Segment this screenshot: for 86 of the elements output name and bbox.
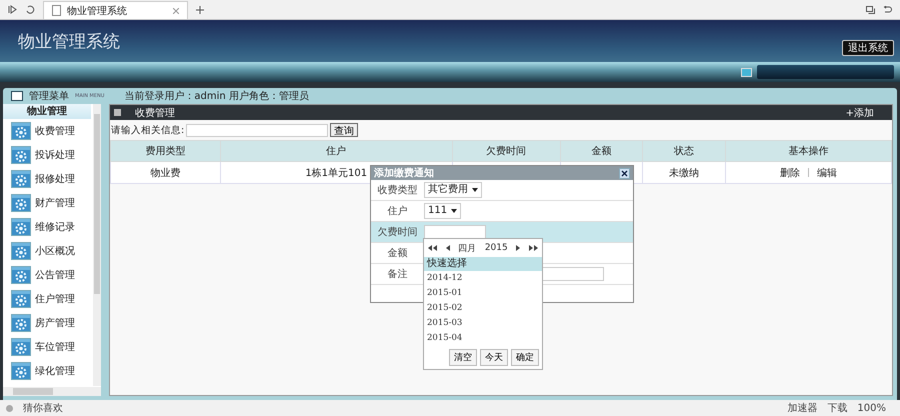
date-option[interactable]: 2014-12: [424, 271, 542, 286]
sidebar-item-label[interactable]: 财产管理: [35, 196, 75, 210]
table-cell: 物业费: [110, 162, 220, 184]
sidebar-item-label[interactable]: 房产管理: [35, 316, 75, 330]
menu-label: 管理菜单: [29, 90, 69, 103]
gear-icon: [11, 338, 31, 356]
column-header: 状态: [642, 140, 725, 162]
column-header: 基本操作: [725, 140, 892, 162]
sidebar-item-label[interactable]: 车位管理: [35, 340, 75, 354]
column-header: 住户: [220, 140, 452, 162]
window-icon[interactable]: [866, 6, 875, 14]
field-label: 欠费时间: [376, 226, 418, 239]
monitor-icon: [741, 68, 752, 76]
status-item[interactable]: 下载: [827, 401, 848, 415]
gear-icon: [11, 362, 31, 380]
previous-month-icon[interactable]: [446, 245, 450, 251]
sidebar-item-label[interactable]: 绿化管理: [35, 364, 75, 378]
sidebar-item-label[interactable]: 公告管理: [35, 268, 75, 282]
gear-icon: [11, 122, 31, 140]
page-icon: [52, 5, 61, 16]
menu-icon: [11, 91, 23, 101]
logout-button[interactable]: 退出系统: [842, 40, 894, 56]
picker-button[interactable]: 今天: [480, 349, 508, 366]
horizontal-scrollbar[interactable]: [3, 387, 101, 396]
search-button[interactable]: 查询: [330, 123, 358, 137]
year-label[interactable]: 2015: [484, 243, 508, 253]
select-field[interactable]: 111: [424, 203, 462, 219]
search-label: 请输入相关信息:: [111, 124, 184, 136]
sidebar-toggle-icon[interactable]: [8, 5, 17, 14]
sidebar-item-label[interactable]: 小区概况: [35, 244, 75, 258]
dialog-title: 添加缴费通知: [374, 166, 434, 180]
sidebar-item-label[interactable]: 住户管理: [35, 292, 75, 306]
column-header: 费用类型: [110, 140, 220, 162]
table-cell: 未缴纳: [642, 162, 725, 184]
panel-title: 收费管理: [135, 106, 175, 120]
gear-icon: [11, 218, 31, 236]
month-label[interactable]: 四月: [458, 242, 476, 254]
search-field[interactable]: [186, 124, 328, 136]
sidebar-item-label[interactable]: 投诉处理: [35, 148, 75, 162]
date-option[interactable]: 2015-01: [424, 286, 542, 301]
status-item[interactable]: 100%: [857, 402, 886, 414]
close-icon[interactable]: [619, 168, 630, 178]
gear-icon: [11, 242, 31, 260]
column-header: 欠费时间: [452, 140, 560, 162]
app-title: 物业管理系统: [18, 30, 120, 52]
gear-icon: [11, 266, 31, 284]
gear-icon: [11, 290, 31, 308]
field-label: 收费类型: [376, 184, 418, 197]
gear-icon: [11, 170, 31, 188]
undo-icon[interactable]: [883, 6, 892, 14]
status-item[interactable]: 加速器: [787, 401, 818, 415]
select-field[interactable]: 其它费用: [424, 182, 482, 198]
next-year-icon[interactable]: [528, 245, 538, 251]
new-tab-icon[interactable]: [196, 6, 204, 14]
previous-year-icon[interactable]: [428, 245, 437, 251]
gear-icon: [11, 146, 31, 164]
date-option[interactable]: 2015-02: [424, 301, 542, 316]
input-field[interactable]: [424, 225, 486, 239]
field-label: 住户: [386, 204, 408, 218]
browser-tab[interactable]: 物业管理系统: [43, 1, 188, 19]
sidebar-item-label[interactable]: 收费管理: [35, 124, 75, 138]
field-label: 备注: [386, 268, 408, 281]
action-link[interactable]: 删除: [780, 166, 800, 180]
field-label: 金额: [386, 246, 408, 260]
picker-button[interactable]: 清空: [449, 349, 477, 366]
action-link[interactable]: 编辑: [816, 166, 837, 180]
column-header: 金额: [560, 140, 643, 162]
sidebar-item-label[interactable]: 报修处理: [35, 172, 75, 186]
refresh-icon[interactable]: [25, 5, 35, 14]
dot-icon: [6, 404, 13, 412]
status-text[interactable]: 猜你喜欢: [23, 401, 63, 415]
caret-icon[interactable]: [451, 209, 458, 213]
user-info: 当前登录用户：admin 用户角色：管理员: [124, 90, 309, 103]
next-month-icon[interactable]: [516, 245, 520, 251]
gear-icon: [11, 194, 31, 212]
gear-icon: [11, 314, 31, 332]
add-link[interactable]: +添加: [846, 106, 874, 120]
vertical-scrollbar[interactable]: [93, 104, 101, 386]
sidebar-item-label[interactable]: 维修记录: [35, 220, 75, 234]
date-option[interactable]: 2015-04: [424, 331, 542, 346]
caret-icon[interactable]: [472, 188, 478, 192]
date-option[interactable]: 2015-03: [424, 316, 542, 331]
quick-select-header: 快速选择: [424, 257, 542, 271]
panel-icon: [114, 109, 121, 116]
picker-button[interactable]: 确定: [511, 349, 539, 366]
sidebar-heading: 物业管理: [3, 104, 91, 119]
